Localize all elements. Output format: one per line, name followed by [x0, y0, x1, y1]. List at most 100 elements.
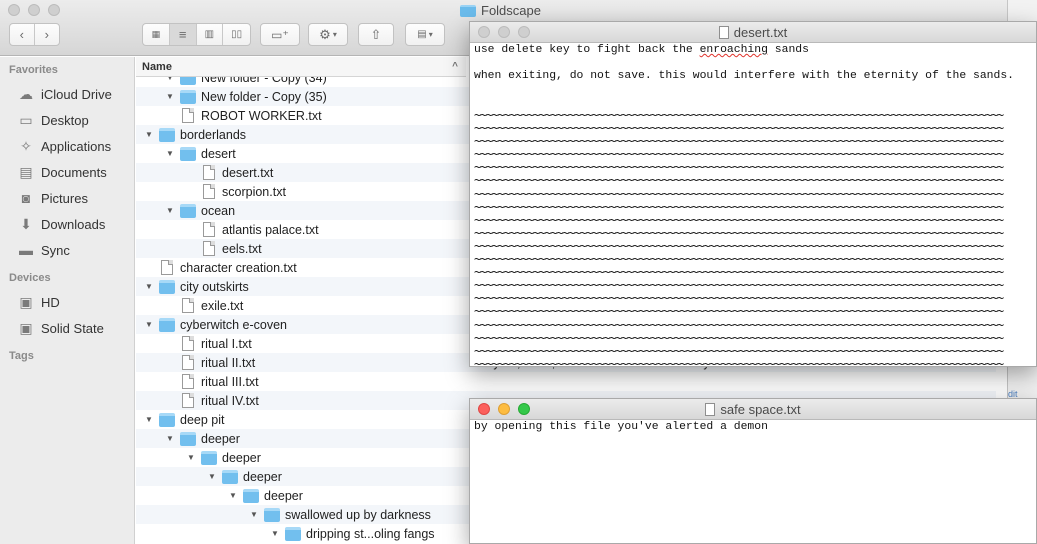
- file-name: deeper: [264, 488, 303, 503]
- safe-window-title: safe space.txt: [470, 402, 1036, 417]
- documents-icon: ▤: [19, 163, 33, 180]
- sidebar-item-downloads[interactable]: ⬇ Downloads: [0, 211, 134, 237]
- desert-text-area[interactable]: use delete key to fight back the enroach…: [470, 43, 1036, 366]
- disclosure-triangle-icon[interactable]: ▼: [270, 529, 280, 538]
- window-title: desert.txt: [733, 25, 788, 40]
- text-line: when exiting, do not save. this would in…: [474, 70, 1015, 82]
- view-mode-selector: ▦ ≡ ▥ ▯▯: [142, 23, 251, 46]
- minimize-button[interactable]: [28, 4, 40, 16]
- sidebar-item-desktop[interactable]: ▭ Desktop: [0, 107, 134, 133]
- folder-icon: [159, 317, 175, 332]
- disclosure-triangle-icon[interactable]: ▼: [165, 434, 175, 443]
- cover-flow-icon[interactable]: ▯▯: [223, 24, 250, 45]
- sidebar-item-label: Applications: [41, 138, 112, 154]
- sidebar-item-hd[interactable]: ▣ HD: [0, 289, 134, 315]
- column-view-icon[interactable]: ▥: [197, 24, 224, 45]
- disk-icon: ▣: [19, 319, 33, 336]
- sidebar-item-label: Downloads: [41, 216, 106, 232]
- document-icon: [182, 336, 194, 351]
- name-column-header[interactable]: Name ^: [136, 57, 466, 77]
- text-line: use delete key to fight back the enroach…: [474, 44, 809, 56]
- folder-icon: [201, 450, 217, 465]
- file-name: deeper: [201, 431, 240, 446]
- zoom-button[interactable]: [48, 4, 60, 16]
- back-button[interactable]: ‹: [10, 24, 35, 45]
- sidebar-item-label: Pictures: [41, 190, 88, 206]
- sidebar-item-label: Documents: [41, 164, 107, 180]
- document-icon: [182, 374, 194, 389]
- chevron-down-icon: ▾: [332, 30, 337, 39]
- disclosure-triangle-icon[interactable]: ▼: [228, 491, 238, 500]
- folder-icon: [460, 4, 476, 17]
- folder-icon: [180, 431, 196, 446]
- safe-text-area[interactable]: by opening this file you've alerted a de…: [470, 420, 1036, 434]
- sidebar-item-pictures[interactable]: ◙ Pictures: [0, 185, 134, 211]
- file-name: borderlands: [180, 127, 247, 142]
- arrange-button[interactable]: ▤ ▾: [405, 23, 445, 46]
- share-icon: ⇧: [370, 26, 382, 42]
- file-name: deep pit: [180, 412, 225, 427]
- disk-icon: ▣: [19, 293, 33, 310]
- camera-icon: ◙: [21, 190, 31, 206]
- disclosure-triangle-icon[interactable]: ▼: [144, 415, 154, 424]
- disclosure-triangle-icon[interactable]: ▼: [165, 149, 175, 158]
- sidebar: Favorites ☁ iCloud Drive ▭ Desktop ✧ Applicat…: [0, 57, 135, 544]
- desert-window-titlebar: desert.txt: [470, 22, 1036, 43]
- disclosure-triangle-icon[interactable]: ▼: [144, 130, 154, 139]
- folder-icon: ▬: [19, 242, 33, 258]
- sidebar-item-label: Sync: [41, 242, 70, 258]
- sidebar-section-favorites: Favorites: [9, 64, 58, 76]
- disclosure-triangle-icon[interactable]: ▼: [249, 510, 259, 519]
- window-title: Foldscape: [481, 3, 541, 18]
- safe-space-window: safe space.txt by opening this file you'…: [469, 398, 1037, 544]
- folder-icon: [285, 526, 301, 541]
- folder-icon: [180, 146, 196, 161]
- sidebar-item-sync[interactable]: ▬ Sync: [0, 237, 134, 263]
- icon-view-icon[interactable]: ▦: [143, 24, 170, 45]
- document-icon: [705, 403, 716, 416]
- file-name: ritual I.txt: [201, 336, 252, 351]
- applications-icon: ✧: [20, 137, 32, 154]
- folder-icon: [159, 279, 175, 294]
- file-name: dripping st...oling fangs: [306, 526, 435, 541]
- list-view-icon[interactable]: ≡: [169, 24, 197, 45]
- sort-ascending-icon: ^: [452, 61, 458, 72]
- folder-icon: [159, 127, 175, 142]
- sidebar-item-solid-state[interactable]: ▣ Solid State: [0, 315, 134, 341]
- disclosure-triangle-icon[interactable]: ▼: [165, 206, 175, 215]
- finder-title: Foldscape: [460, 3, 541, 18]
- new-folder-button[interactable]: ▭⁺: [260, 23, 300, 46]
- finder-window-controls: [8, 4, 60, 16]
- download-icon: ⬇: [20, 215, 32, 232]
- disclosure-triangle-icon[interactable]: ▼: [207, 472, 217, 481]
- chevron-down-icon: ▾: [428, 30, 433, 39]
- document-icon: [203, 184, 215, 199]
- document-icon: [182, 355, 194, 370]
- file-name: eels.txt: [222, 241, 262, 256]
- disclosure-triangle-icon[interactable]: ▼: [144, 282, 154, 291]
- share-button[interactable]: ⇧: [358, 23, 394, 46]
- sidebar-section-tags: Tags: [9, 350, 34, 362]
- sidebar-item-documents[interactable]: ▤ Documents: [0, 159, 134, 185]
- document-icon: [203, 165, 215, 180]
- file-name: ritual IV.txt: [201, 393, 259, 408]
- folder-icon: [180, 203, 196, 218]
- disclosure-triangle-icon[interactable]: ▼: [186, 453, 196, 462]
- action-button[interactable]: ⚙ ▾: [308, 23, 348, 46]
- close-button[interactable]: [8, 4, 20, 16]
- file-name: ritual III.txt: [201, 374, 259, 389]
- disclosure-triangle-icon[interactable]: ▼: [165, 92, 175, 101]
- sidebar-item-applications[interactable]: ✧ Applications: [0, 133, 134, 159]
- file-name: swallowed up by darkness: [285, 507, 431, 522]
- document-icon: [182, 298, 194, 313]
- file-name: New folder - Copy (35): [201, 89, 327, 104]
- file-name: ritual II.txt: [201, 355, 256, 370]
- file-name: desert.txt: [222, 165, 274, 180]
- disclosure-triangle-icon[interactable]: ▼: [144, 320, 154, 329]
- table-row[interactable]: ▶ritual III.txt: [136, 372, 996, 391]
- folder-icon: [243, 488, 259, 503]
- sidebar-item-icloud-drive[interactable]: ☁ iCloud Drive: [0, 81, 134, 107]
- file-name: cyberwitch e-coven: [180, 317, 287, 332]
- document-icon: [161, 260, 173, 275]
- forward-button[interactable]: ›: [35, 24, 59, 45]
